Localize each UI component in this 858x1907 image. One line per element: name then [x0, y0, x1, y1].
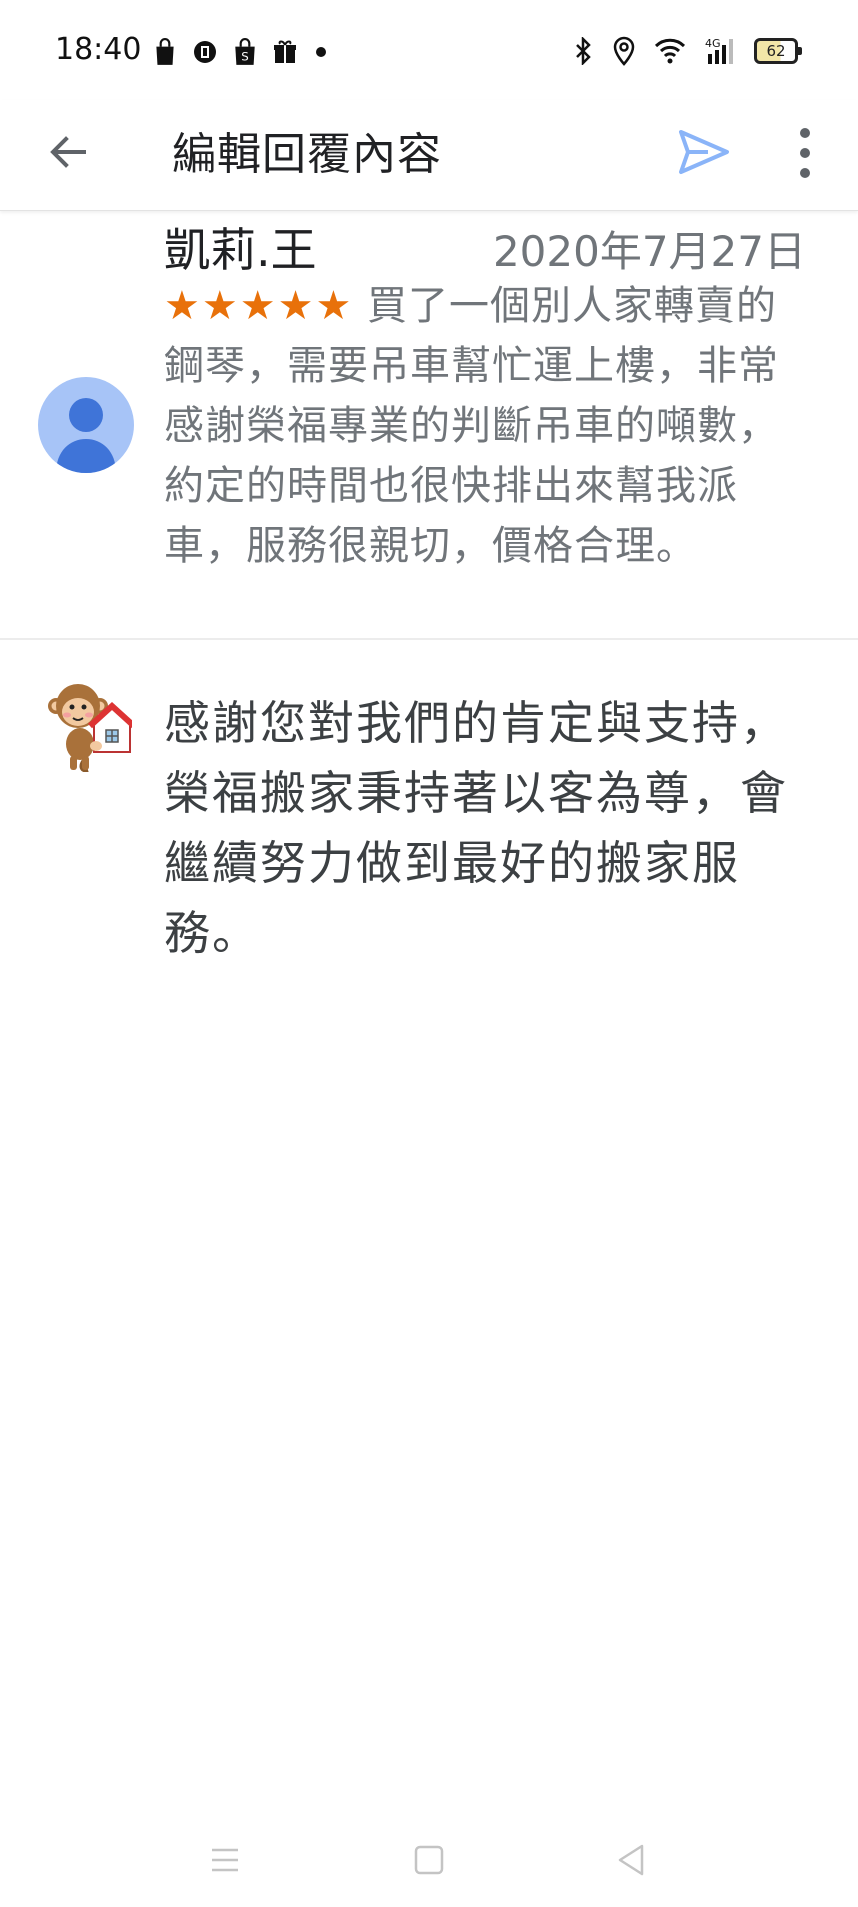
owner-reply[interactable]: 感謝您對我們的肯定與支持，榮福搬家秉持著以客為尊，會繼續努力做到最好的搬家服務。	[0, 640, 858, 970]
back-triangle-icon[interactable]	[612, 1840, 652, 1880]
status-time: 18:40	[55, 32, 142, 67]
send-icon[interactable]	[676, 124, 732, 180]
review-date: 2020年7月27日	[492, 227, 806, 276]
menu-icon[interactable]	[205, 1840, 245, 1880]
network-type: 4G	[705, 37, 721, 50]
reviewer-avatar	[38, 377, 134, 473]
dot-icon	[316, 47, 326, 57]
person-icon	[56, 398, 116, 473]
reviewer-name: 凱莉.王	[164, 223, 317, 277]
star-rating: ★★★★★	[164, 283, 354, 329]
app-icon	[194, 41, 216, 63]
monkey-body	[66, 728, 94, 760]
svg-text:S: S	[241, 50, 249, 64]
battery-icon: 62	[754, 38, 802, 64]
system-nav-bar	[0, 1820, 858, 1907]
bluetooth-icon	[576, 37, 591, 65]
signal-icon: 4G	[705, 37, 733, 64]
review-text-block: ★★★★★ 買了一個別人家轉賣的鋼琴，需要吊車幫忙運上樓，非常感謝榮福專業的判斷…	[164, 276, 814, 576]
gift-icon	[274, 40, 296, 63]
page-title: 編輯回覆內容	[172, 129, 442, 180]
back-icon[interactable]	[44, 128, 92, 176]
shopee-icon: S	[235, 38, 255, 65]
status-bar: 18:40 S 4G 62	[0, 0, 858, 100]
notification-icons: S	[152, 38, 326, 66]
app-bar: 編輯回覆內容	[0, 100, 858, 211]
location-icon	[613, 36, 635, 66]
home-icon[interactable]	[409, 1840, 449, 1880]
customer-review: 凱莉.王 2020年7月27日 ★★★★★ 買了一個別人家轉賣的鋼琴，需要吊車幫…	[0, 210, 858, 640]
reply-text[interactable]: 感謝您對我們的肯定與支持，榮福搬家秉持著以客為尊，會繼續努力做到最好的搬家服務。	[164, 688, 804, 968]
shopping-bag-icon	[156, 38, 174, 65]
system-icons: 4G 62	[572, 36, 802, 66]
business-avatar	[48, 684, 132, 772]
more-vert-icon[interactable]	[790, 120, 820, 186]
wifi-icon	[654, 38, 686, 64]
